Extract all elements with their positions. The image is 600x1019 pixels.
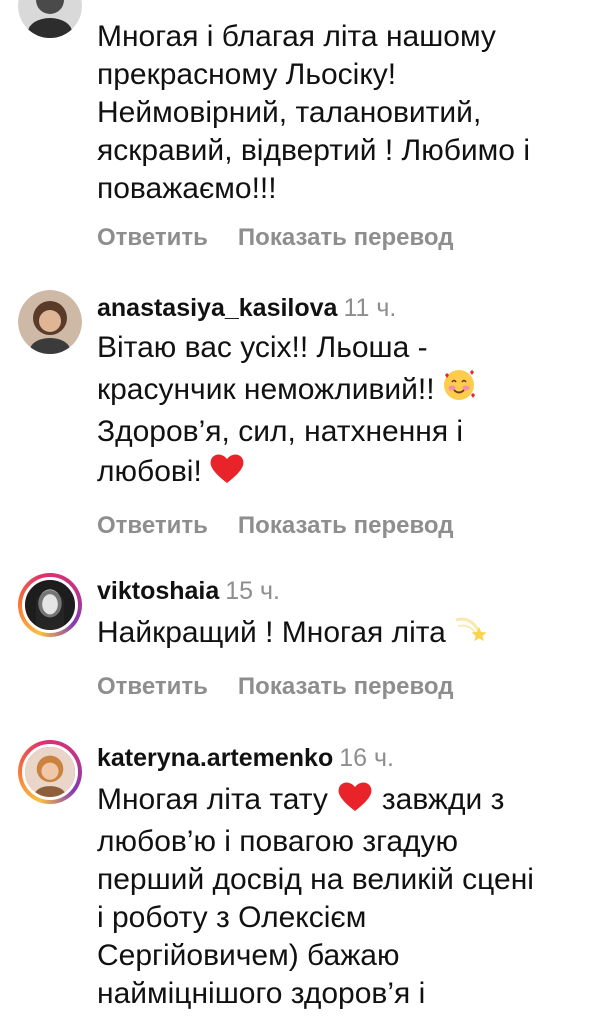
profile-photo-icon [18, 290, 82, 354]
reply-button[interactable]: Ответить [97, 673, 208, 700]
comment-header: kateryna.artemenko 16 ч. [97, 743, 587, 773]
username-link[interactable]: anastasiya_kasilova [97, 294, 337, 322]
timestamp: 15 ч. [225, 577, 281, 605]
comment-header: viktoshaia 15 ч. [97, 576, 587, 606]
profile-photo-icon [25, 580, 75, 630]
avatar[interactable] [18, 740, 82, 804]
avatar[interactable] [18, 290, 82, 354]
reply-button[interactable]: Ответить [97, 512, 208, 539]
profile-photo-icon [25, 747, 75, 797]
comment-actions: Ответить Показать перевод [97, 672, 587, 702]
smiling-face-with-hearts-icon [441, 367, 477, 413]
comment-header: anastasiya_kasilova 11 ч. [97, 293, 587, 323]
show-translation-button[interactable]: Показать перевод [238, 673, 454, 700]
timestamp: 16 ч. [339, 744, 394, 772]
comment-actions: Ответить Показать перевод [97, 223, 587, 253]
comment-text: Многая літа тату завжди з любов’ю і поваг… [97, 779, 587, 1013]
username-link[interactable]: viktoshaia [97, 577, 219, 605]
comment-text: Найкращий ! Многая літа [97, 612, 587, 656]
red-heart-icon [336, 779, 374, 823]
comment-text: Многая і благая літа нашому прекрасному … [97, 20, 530, 205]
show-translation-button[interactable]: Показать перевод [238, 224, 454, 251]
username-link[interactable]: kateryna.artemenko [97, 744, 333, 772]
comment-actions: Ответить Показать перевод [97, 511, 587, 541]
reply-button[interactable]: Ответить [97, 224, 208, 251]
avatar[interactable] [18, 0, 82, 38]
avatar[interactable] [18, 573, 82, 637]
dizzy-icon [452, 612, 488, 656]
show-translation-button[interactable]: Показать перевод [238, 512, 454, 539]
profile-photo-icon [18, 0, 82, 38]
timestamp: 11 ч. [343, 294, 397, 322]
red-heart-icon [208, 451, 246, 495]
comment-text: Вітаю вас усіх!! Льоша - красунчик немож… [97, 329, 587, 495]
